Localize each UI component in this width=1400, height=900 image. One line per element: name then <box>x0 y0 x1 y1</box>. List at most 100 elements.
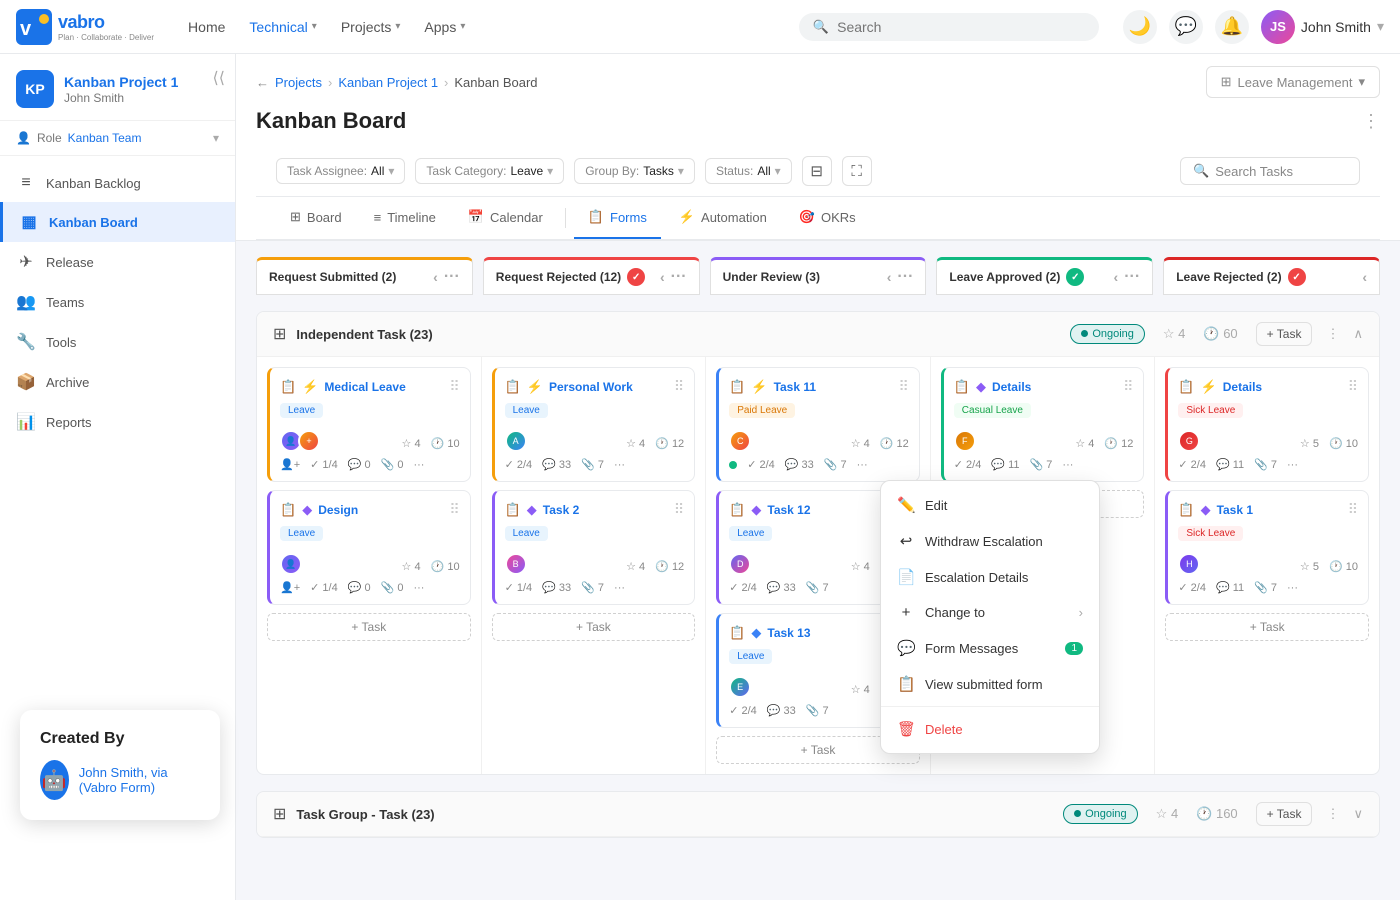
collapse-icon[interactable]: ∨ <box>1353 806 1363 822</box>
menu-item-escalation-details[interactable]: 📄 Escalation Details <box>881 559 1099 595</box>
more-options-icon[interactable]: ··· <box>614 582 625 594</box>
task-title[interactable]: Design <box>318 503 443 517</box>
breadcrumb-projects[interactable]: Projects <box>275 75 322 90</box>
more-options-icon[interactable]: ··· <box>1062 459 1073 471</box>
more-options-icon[interactable]: ··· <box>897 268 913 286</box>
drag-handle-icon[interactable]: ⠿ <box>674 501 684 518</box>
drag-handle-icon[interactable]: ⠿ <box>899 378 909 395</box>
task-title[interactable]: Task 1 <box>1217 503 1342 517</box>
back-icon[interactable]: ← <box>256 75 269 90</box>
chevron-left-icon[interactable]: ‹ <box>1114 269 1119 285</box>
drag-handle-icon[interactable]: ⠿ <box>1348 378 1358 395</box>
chevron-left-icon[interactable]: ‹ <box>887 269 892 285</box>
task-title[interactable]: Details <box>992 380 1117 394</box>
more-options-icon[interactable]: ··· <box>444 268 460 286</box>
task-title[interactable]: Task 13 <box>767 626 892 640</box>
more-options-icon[interactable]: ⋮ <box>1326 326 1339 342</box>
more-options-icon[interactable]: ··· <box>1287 582 1298 594</box>
leave-management-button[interactable]: ⊞ Leave Management ▾ <box>1206 66 1380 98</box>
sidebar-item-kanban-board[interactable]: ▦ Kanban Board <box>0 202 235 242</box>
add-task-button[interactable]: + Task <box>1256 322 1313 346</box>
global-search[interactable]: 🔍 <box>799 13 1099 41</box>
more-options-icon[interactable]: ··· <box>1287 459 1298 471</box>
attachment-icon: 📎 7 <box>581 581 604 594</box>
more-options-icon[interactable]: ⋮ <box>1362 111 1380 132</box>
sidebar-item-release[interactable]: ✈ Release <box>0 242 235 282</box>
sidebar-item-kanban-backlog[interactable]: ≡ Kanban Backlog <box>0 164 235 202</box>
more-options-icon[interactable]: ··· <box>857 459 868 471</box>
more-options-icon[interactable]: ··· <box>614 459 625 471</box>
sidebar-item-reports[interactable]: 📊 Reports <box>0 402 235 442</box>
add-task-button-2[interactable]: + Task <box>1256 802 1313 826</box>
task-title[interactable]: Task 11 <box>774 380 893 394</box>
nav-technical[interactable]: Technical ▾ <box>239 13 326 41</box>
more-options-icon[interactable]: ⋮ <box>1326 806 1339 822</box>
tab-timeline[interactable]: ≡ Timeline <box>360 198 450 239</box>
more-options-icon[interactable]: ··· <box>671 268 687 286</box>
search-tasks-input[interactable]: 🔍 Search Tasks <box>1180 157 1360 185</box>
status-filter[interactable]: Status: All ▾ <box>705 158 792 184</box>
comment-icon: 💬 0 <box>348 458 371 471</box>
chevron-left-icon[interactable]: ‹ <box>660 269 665 285</box>
drag-handle-icon[interactable]: ⠿ <box>449 378 459 395</box>
menu-item-edit[interactable]: ✏️ Edit <box>881 487 1099 523</box>
breadcrumb-project[interactable]: Kanban Project 1 <box>338 75 438 90</box>
category-filter[interactable]: Task Category: Leave ▾ <box>415 158 564 184</box>
drag-handle-icon[interactable]: ⠿ <box>449 501 459 518</box>
sidebar-item-archive[interactable]: 📦 Archive <box>0 362 235 402</box>
drag-handle-icon[interactable]: ⠿ <box>1348 501 1358 518</box>
toolbar: Task Assignee: All ▾ Task Category: Leav… <box>256 146 1380 197</box>
notifications-button[interactable]: 🔔 <box>1215 10 1249 44</box>
chevron-down-icon: ▾ <box>678 164 684 178</box>
chevron-left-icon[interactable]: ‹ <box>433 269 438 285</box>
sidebar-item-teams[interactable]: 👥 Teams <box>0 282 235 322</box>
drag-handle-icon[interactable]: ⠿ <box>1123 378 1133 395</box>
menu-item-form-messages[interactable]: 💬 Form Messages 1 <box>881 630 1099 666</box>
task-title[interactable]: Details <box>1223 380 1342 394</box>
messages-button[interactable]: 💬 <box>1169 10 1203 44</box>
sidebar-item-tools[interactable]: 🔧 Tools <box>0 322 235 362</box>
more-options-icon[interactable]: ··· <box>1124 268 1140 286</box>
task-title[interactable]: Task 2 <box>543 503 668 517</box>
nav-projects[interactable]: Projects ▾ <box>331 13 411 41</box>
tab-okrs[interactable]: 🎯 OKRs <box>785 197 870 239</box>
tab-automation[interactable]: ⚡ Automation <box>665 197 781 239</box>
theme-toggle-button[interactable]: 🌙 <box>1123 10 1157 44</box>
drag-handle-icon[interactable]: ⠿ <box>674 378 684 395</box>
nav-apps[interactable]: Apps ▾ <box>414 13 475 41</box>
kanban-area: Request Submitted (2) ‹ ··· Request Reje… <box>236 241 1400 854</box>
nav-home[interactable]: Home <box>178 13 235 41</box>
expand-icon-button[interactable]: ⛶ <box>842 156 872 186</box>
sidebar-role: 👤 Role Kanban Team ▾ <box>0 121 235 156</box>
tab-forms[interactable]: 📋 Forms <box>574 197 661 239</box>
filter-icon-button[interactable]: ⊟ <box>802 156 832 186</box>
menu-item-withdraw[interactable]: ↩ Withdraw Escalation <box>881 523 1099 559</box>
user-menu-button[interactable]: JS John Smith ▾ <box>1261 10 1384 44</box>
menu-item-view-form[interactable]: 📋 View submitted form <box>881 666 1099 702</box>
avatar: JS <box>1261 10 1295 44</box>
task-title[interactable]: Task 12 <box>767 503 892 517</box>
add-task-button[interactable]: + Task <box>1165 613 1369 641</box>
add-person-icon[interactable]: 👤+ <box>280 581 300 594</box>
collapse-icon[interactable]: ∧ <box>1353 326 1363 342</box>
chevron-down-icon[interactable]: ▾ <box>213 131 219 145</box>
chevron-left-icon[interactable]: ‹ <box>1362 269 1367 285</box>
tab-board[interactable]: ⊞ Board <box>276 197 356 239</box>
comment-icon: 💬 11 <box>1216 458 1244 471</box>
menu-item-change-to[interactable]: + Change to › <box>881 595 1099 630</box>
global-search-input[interactable] <box>837 19 1085 35</box>
more-options-icon[interactable]: ··· <box>413 582 424 594</box>
add-task-button[interactable]: + Task <box>267 613 471 641</box>
menu-item-delete[interactable]: 🗑 Delete <box>881 711 1099 747</box>
task-title[interactable]: Personal Work <box>549 380 668 394</box>
sidebar-collapse-button[interactable]: ⟨⟨ <box>213 68 225 88</box>
add-task-button[interactable]: + Task <box>492 613 696 641</box>
assignee-filter[interactable]: Task Assignee: All ▾ <box>276 158 405 184</box>
tab-calendar[interactable]: 📅 Calendar <box>454 197 557 239</box>
star-icon: ☆ 4 <box>1075 437 1094 450</box>
add-person-icon[interactable]: 👤+ <box>280 458 300 471</box>
groupby-filter[interactable]: Group By: Tasks ▾ <box>574 158 695 184</box>
task-title[interactable]: Medical Leave <box>324 380 443 394</box>
more-options-icon[interactable]: ··· <box>413 459 424 471</box>
teams-icon: 👥 <box>16 292 36 312</box>
